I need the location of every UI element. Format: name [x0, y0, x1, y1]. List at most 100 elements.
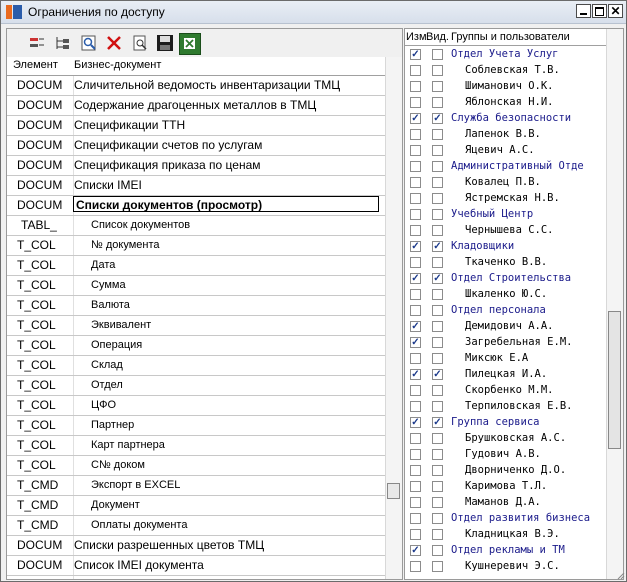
table-row[interactable]: T_COL Отдел	[7, 376, 385, 396]
table-row[interactable]: T_COL Эквивалент	[7, 316, 385, 336]
view-checkbox[interactable]: ✓	[432, 273, 443, 284]
view-checkbox[interactable]	[432, 257, 443, 268]
rights-scrollbar[interactable]	[606, 29, 623, 579]
view-checkbox[interactable]	[432, 449, 443, 460]
change-checkbox[interactable]	[410, 225, 421, 236]
change-checkbox[interactable]: ✓	[410, 273, 421, 284]
table-row[interactable]: T_COL Дата	[7, 256, 385, 276]
view-checkbox[interactable]	[432, 433, 443, 444]
change-checkbox[interactable]	[410, 449, 421, 460]
view-checkbox[interactable]: ✓	[432, 417, 443, 428]
change-checkbox[interactable]	[410, 465, 421, 476]
change-checkbox[interactable]	[410, 193, 421, 204]
view-checkbox[interactable]	[432, 337, 443, 348]
change-checkbox[interactable]	[410, 561, 421, 572]
table-row[interactable]: T_COL Карт партнера	[7, 436, 385, 456]
view-checkbox[interactable]	[432, 49, 443, 60]
table-row[interactable]: T_CMD Экспорт в EXCEL	[7, 476, 385, 496]
view-checkbox[interactable]	[432, 225, 443, 236]
grid-scrollbar[interactable]	[385, 57, 402, 579]
view-checkbox[interactable]	[432, 209, 443, 220]
table-row[interactable]: T_CMD Документ	[7, 496, 385, 516]
view-checkbox[interactable]	[432, 177, 443, 188]
resize-grip-icon[interactable]	[615, 570, 625, 580]
table-row[interactable]: DOCUM Спецификация приказа по ценам	[7, 156, 385, 176]
view-checkbox[interactable]	[432, 513, 443, 524]
grid-scroll-thumb[interactable]	[387, 483, 400, 499]
column-header-document[interactable]: Бизнес-документ	[74, 59, 161, 71]
table-row[interactable]: T_COL Склад	[7, 356, 385, 376]
view-checkbox[interactable]	[432, 97, 443, 108]
find-icon[interactable]	[79, 33, 99, 53]
view-checkbox[interactable]	[432, 401, 443, 412]
view-checkbox[interactable]	[432, 65, 443, 76]
change-checkbox[interactable]	[410, 65, 421, 76]
change-checkbox[interactable]: ✓	[410, 113, 421, 124]
view-checkbox[interactable]: ✓	[432, 241, 443, 252]
table-row[interactable]: T_COL № документа	[7, 236, 385, 256]
table-row[interactable]: T_COL ЦФО	[7, 396, 385, 416]
change-checkbox[interactable]	[410, 353, 421, 364]
view-checkbox[interactable]	[432, 161, 443, 172]
change-checkbox[interactable]: ✓	[410, 545, 421, 556]
change-checkbox[interactable]	[410, 481, 421, 492]
change-checkbox[interactable]: ✓	[410, 321, 421, 332]
change-checkbox[interactable]	[410, 513, 421, 524]
view-checkbox[interactable]	[432, 481, 443, 492]
change-checkbox[interactable]	[410, 529, 421, 540]
change-checkbox[interactable]	[410, 289, 421, 300]
change-checkbox[interactable]	[410, 177, 421, 188]
view-checkbox[interactable]	[432, 145, 443, 156]
maximize-button[interactable]	[592, 4, 607, 18]
change-checkbox[interactable]	[410, 401, 421, 412]
table-row[interactable]: DOCUM Содержание драгоценных металлов в Т…	[7, 96, 385, 116]
view-checkbox[interactable]	[432, 305, 443, 316]
view-checkbox[interactable]	[432, 561, 443, 572]
table-row[interactable]: T_COL C№ доком	[7, 456, 385, 476]
change-checkbox[interactable]	[410, 81, 421, 92]
view-checkbox[interactable]	[432, 321, 443, 332]
table-row[interactable]: DOCUM Спецификации счетов по услугам	[7, 136, 385, 156]
table-row[interactable]: T_COL Валюта	[7, 296, 385, 316]
change-checkbox[interactable]	[410, 145, 421, 156]
rights-scroll-thumb[interactable]	[608, 311, 621, 449]
table-row[interactable]: DOCUM Список IMEI документа	[7, 556, 385, 576]
table-row[interactable]: DOCUM Списки IMEI	[7, 176, 385, 196]
table-row[interactable]: TABL_ Список документов	[7, 216, 385, 236]
table-row[interactable]: DOCUM Сличительной ведомость инвентаризац…	[7, 76, 385, 96]
view-checkbox[interactable]: ✓	[432, 369, 443, 380]
view-checkbox[interactable]	[432, 497, 443, 508]
view-checkbox[interactable]: ✓	[432, 113, 443, 124]
delete-icon[interactable]	[104, 33, 124, 53]
table-row[interactable]: T_CMD Оплаты документа	[7, 516, 385, 536]
change-checkbox[interactable]: ✓	[410, 337, 421, 348]
view-checkbox[interactable]	[432, 545, 443, 556]
view-checkbox[interactable]	[432, 529, 443, 540]
close-button[interactable]: ✕	[608, 4, 623, 18]
view-checkbox[interactable]	[432, 353, 443, 364]
change-checkbox[interactable]	[410, 305, 421, 316]
save-icon[interactable]	[155, 33, 175, 53]
view-checkbox[interactable]	[432, 465, 443, 476]
change-checkbox[interactable]	[410, 257, 421, 268]
change-checkbox[interactable]: ✓	[410, 241, 421, 252]
table-row[interactable]: DOCUM Спецификации ТТН	[7, 116, 385, 136]
change-checkbox[interactable]: ✓	[410, 417, 421, 428]
change-checkbox[interactable]	[410, 497, 421, 508]
table-row[interactable]: DOCUM Списки документов (просмотр)	[7, 196, 385, 216]
view-checkbox[interactable]	[432, 129, 443, 140]
change-checkbox[interactable]	[410, 433, 421, 444]
view-checkbox[interactable]	[432, 193, 443, 204]
table-row[interactable]: DOCUM Список глобальных переменных по умо…	[7, 576, 385, 579]
add-icon[interactable]	[27, 33, 47, 53]
view-checkbox[interactable]	[432, 81, 443, 92]
view-checkbox[interactable]	[432, 289, 443, 300]
change-checkbox[interactable]: ✓	[410, 49, 421, 60]
view-checkbox[interactable]	[432, 385, 443, 396]
minimize-button[interactable]	[576, 4, 591, 18]
change-checkbox[interactable]	[410, 129, 421, 140]
table-row[interactable]: T_COL Сумма	[7, 276, 385, 296]
change-checkbox[interactable]	[410, 385, 421, 396]
change-checkbox[interactable]	[410, 97, 421, 108]
change-checkbox[interactable]	[410, 161, 421, 172]
